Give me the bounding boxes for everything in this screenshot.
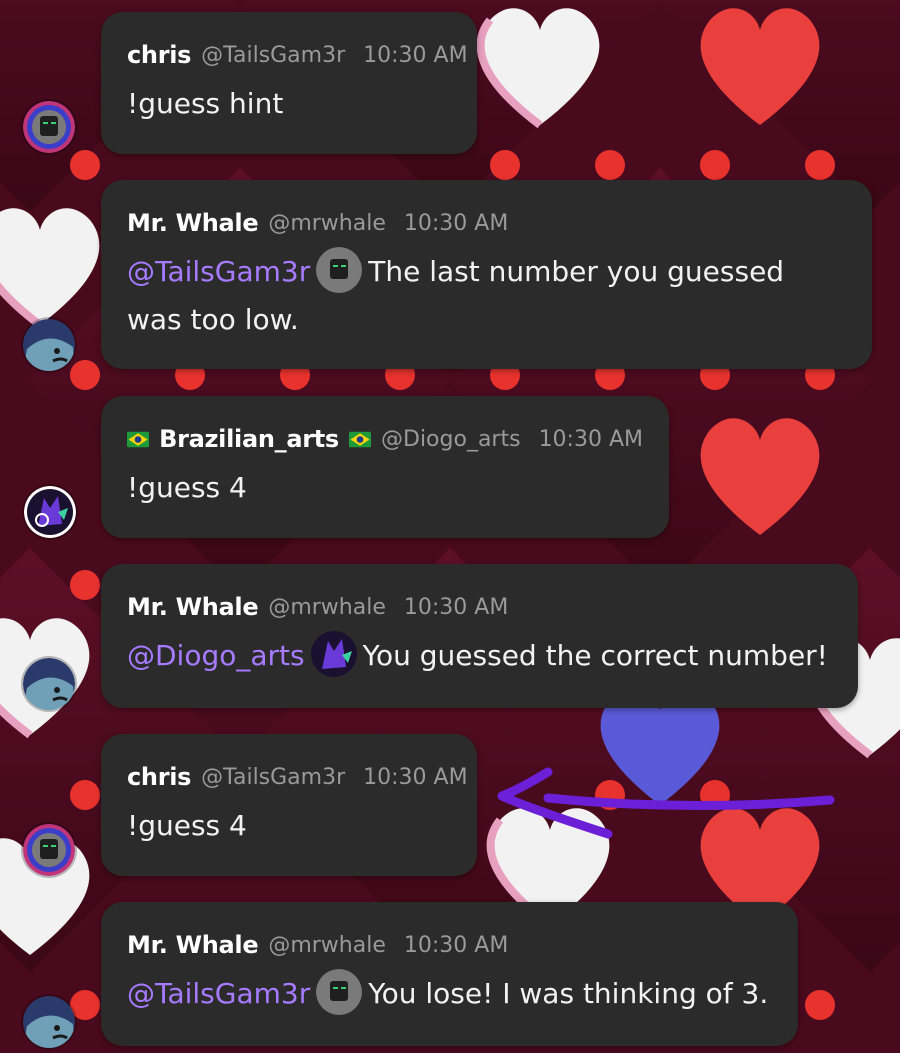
author-name[interactable]: Mr. Whale [127, 209, 259, 237]
chris-avatar[interactable] [23, 101, 75, 153]
message-text: @TailsGam3r The last number you guessed w… [127, 247, 846, 344]
message-text: !guess 4 [127, 809, 247, 842]
message-header: chris @TailsGam3r 10:30 AM [127, 760, 468, 794]
mentioned-user-avatar [316, 969, 363, 1015]
annotation-arrow [497, 767, 835, 839]
author-handle: @mrwhale [268, 210, 386, 236]
message-text: !guess 4 [127, 471, 247, 504]
user-mention[interactable]: @TailsGam3r [127, 977, 310, 1010]
message-text: !guess hint [127, 87, 284, 120]
message-text-line-2: was too low. [127, 303, 299, 336]
message-timestamp: 10:30 AM [538, 426, 643, 452]
message-bubble: Mr. Whale @mrwhale 10:30 AM @Diogo_arts Y… [101, 564, 858, 708]
author-name[interactable]: chris [127, 41, 191, 69]
message-bubble: chris @TailsGam3r 10:30 AM !guess hint [101, 12, 477, 154]
message-timestamp: 10:30 AM [403, 594, 509, 620]
message-header: Mr. Whale @mrwhale 10:30 AM [127, 928, 772, 962]
message-timestamp: 10:30 AM [363, 764, 468, 790]
message-bubble: Mr. Whale @mrwhale 10:30 AM @TailsGam3r Y… [101, 902, 798, 1046]
message-header: Mr. Whale @mrwhale 10:30 AM [127, 590, 832, 624]
message-text-content: You lose! I was thinking of 3. [368, 977, 769, 1010]
mrwhale-avatar[interactable] [23, 996, 75, 1048]
author-name[interactable]: Mr. Whale [127, 593, 259, 621]
message-header: Brazilian_arts @Diogo_arts 10:30 AM [127, 422, 643, 456]
author-handle: @TailsGam3r [201, 764, 346, 790]
message-bubble: Brazilian_arts @Diogo_arts 10:30 AM !gue… [101, 396, 669, 538]
author-handle: @TailsGam3r [201, 42, 346, 68]
message-text-line-1: The last number you guessed [368, 255, 785, 288]
mentioned-user-avatar [316, 247, 363, 293]
author-handle: @Diogo_arts [381, 426, 521, 452]
user-mention[interactable]: @TailsGam3r [127, 255, 310, 288]
author-name[interactable]: chris [127, 763, 191, 791]
message-timestamp: 10:30 AM [403, 932, 509, 958]
author-name[interactable]: Brazilian_arts [159, 425, 339, 453]
brazil-flag-icon [348, 431, 371, 447]
brazilian-arts-avatar[interactable] [24, 486, 76, 538]
mrwhale-avatar[interactable] [23, 658, 75, 710]
message-bubble: Mr. Whale @mrwhale 10:30 AM @TailsGam3r T… [101, 180, 872, 369]
chris-avatar[interactable] [23, 824, 75, 876]
mrwhale-avatar[interactable] [23, 319, 75, 371]
author-handle: @mrwhale [268, 932, 386, 958]
message-text-content: You guessed the correct number! [362, 639, 828, 672]
message-bubble: chris @TailsGam3r 10:30 AM !guess 4 [101, 734, 477, 876]
user-mention[interactable]: @Diogo_arts [127, 639, 305, 672]
message-timestamp: 10:30 AM [403, 210, 509, 236]
message-timestamp: 10:30 AM [363, 42, 468, 68]
author-handle: @mrwhale [268, 594, 386, 620]
message-text: @TailsGam3r You lose! I was thinking of 3… [127, 969, 772, 1018]
message-header: chris @TailsGam3r 10:30 AM [127, 38, 468, 72]
author-name[interactable]: Mr. Whale [127, 931, 259, 959]
brazil-flag-icon [127, 431, 150, 447]
mentioned-user-avatar [310, 631, 357, 677]
message-header: Mr. Whale @mrwhale 10:30 AM [127, 206, 846, 240]
message-text: @Diogo_arts You guessed the correct numbe… [127, 631, 832, 680]
